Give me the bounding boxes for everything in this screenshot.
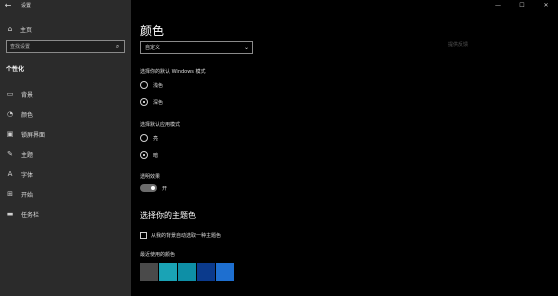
start-icon: ⊞ [7,190,13,198]
transparency-label: 透明效果 [140,174,161,180]
sidebar-item-themes[interactable]: ✎ 主题 [0,144,131,164]
recent-colors [140,263,234,281]
sidebar-item-lock-screen[interactable]: ▣ 锁屏界面 [0,124,131,144]
sidebar-item-start[interactable]: ⊞ 开始 [0,184,131,204]
sidebar-item-label: 颜色 [21,111,34,119]
sidebar-item-colors[interactable]: ◔ 颜色 [0,104,131,124]
minimize-icon[interactable]: — [486,0,510,12]
sidebar-item-fonts[interactable]: A 字体 [0,164,131,184]
sidebar-item-label: 背景 [21,91,34,99]
color-swatch[interactable] [216,263,234,281]
image-icon: ▭ [6,90,14,98]
sidebar-item-background[interactable]: ▭ 背景 [0,84,131,104]
sidebar: ← 设置 ⌂ 主页 ⌕ 个性化 ▭ 背景 ◔ 颜色 ▣ 锁屏界面 ✎ 主题 A … [0,0,131,296]
dropdown-value: 自定义 [145,45,161,51]
color-swatch[interactable] [159,263,177,281]
page-title: 颜色 [140,24,165,38]
sidebar-item-label: 主题 [21,151,34,159]
auto-accent-row[interactable]: 从我的背景自动选取一种主题色 [140,232,221,239]
sidebar-item-label: 锁屏界面 [21,131,46,139]
back-arrow-icon[interactable]: ← [3,1,13,11]
home-icon: ⌂ [7,25,13,33]
lock-screen-icon: ▣ [6,130,14,138]
section-title: 个性化 [6,66,25,73]
main-content: 颜色 自定义 ⌄ 选择你的默认 Windows 模式 浅色 深色 选择默认应用模… [140,0,440,296]
palette-icon: ◔ [6,110,14,118]
radio-app-light[interactable]: 亮 [140,134,158,142]
home-label: 主页 [20,26,33,34]
checkbox-label: 从我的背景自动选取一种主题色 [151,233,222,239]
color-swatch[interactable] [140,263,158,281]
app-title: 设置 [21,3,32,9]
transparency-toggle[interactable] [140,184,157,192]
radio-windows-dark[interactable]: 深色 [140,98,163,106]
accent-heading: 选择你的主题色 [140,211,196,220]
radio-label: 深色 [153,99,164,106]
radio-label: 浅色 [153,82,164,89]
fonts-icon: A [7,170,13,178]
radio-button[interactable] [140,151,148,159]
radio-app-dark[interactable]: 暗 [140,151,158,159]
radio-button[interactable] [140,98,148,106]
feedback-link[interactable]: 提供反馈 [448,41,468,48]
home-nav-item[interactable]: ⌂ 主页 [6,24,32,34]
toggle-state-label: 开 [162,185,168,192]
recent-colors-label: 最近使用的颜色 [140,252,176,258]
maximize-icon[interactable]: ☐ [510,0,534,12]
transparency-toggle-row[interactable]: 开 [140,184,167,192]
title-bar: ← 设置 [0,0,131,12]
sidebar-item-label: 开始 [21,191,34,199]
app-mode-label: 选择默认应用模式 [140,122,181,128]
search-box[interactable]: ⌕ [6,40,125,53]
window-controls: — ☐ ✕ [486,0,558,12]
radio-label: 亮 [153,135,159,142]
auto-accent-checkbox[interactable] [140,232,147,239]
color-swatch[interactable] [178,263,196,281]
close-icon[interactable]: ✕ [534,0,558,12]
nav-list: ▭ 背景 ◔ 颜色 ▣ 锁屏界面 ✎ 主题 A 字体 ⊞ 开始 ▬ 任务栏 [0,84,131,224]
windows-mode-label: 选择你的默认 Windows 模式 [140,69,206,75]
sidebar-item-label: 任务栏 [21,211,40,219]
chevron-down-icon: ⌄ [243,44,249,51]
choose-color-dropdown[interactable]: 自定义 ⌄ [140,41,253,54]
radio-button[interactable] [140,134,148,142]
radio-button[interactable] [140,81,148,89]
sidebar-item-taskbar[interactable]: ▬ 任务栏 [0,204,131,224]
search-input[interactable] [10,42,110,51]
search-icon[interactable]: ⌕ [113,42,122,51]
radio-windows-light[interactable]: 浅色 [140,81,163,89]
taskbar-icon: ▬ [6,210,14,218]
themes-icon: ✎ [7,150,13,158]
color-swatch[interactable] [197,263,215,281]
sidebar-item-label: 字体 [21,171,34,179]
radio-label: 暗 [153,152,159,159]
